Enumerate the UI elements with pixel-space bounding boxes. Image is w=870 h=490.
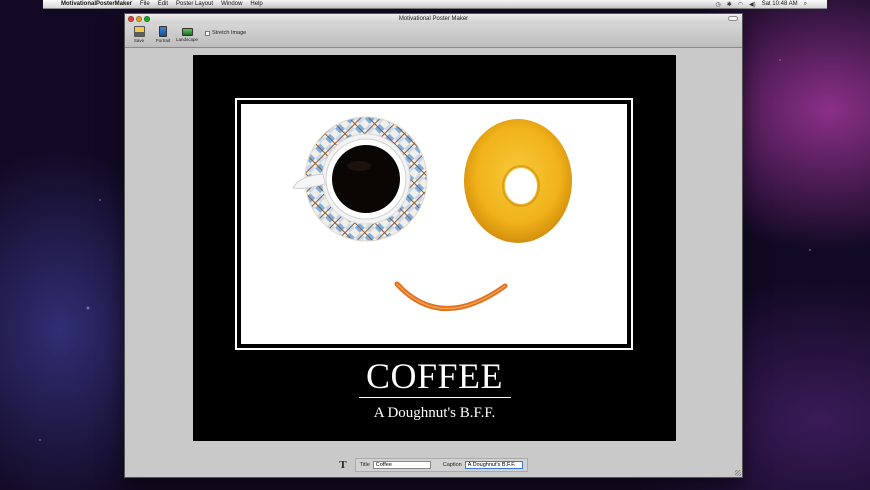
window-titlebar[interactable]: Motivational Poster Maker xyxy=(125,14,742,24)
title-field-label: Title xyxy=(359,461,370,468)
stretch-image-checkbox[interactable] xyxy=(205,30,210,36)
window-controls xyxy=(128,16,150,22)
volume-icon[interactable]: ◀) xyxy=(749,1,756,8)
menu-edit[interactable]: Edit xyxy=(158,1,168,7)
toolbar: Save Portrait Landscape Stretch Image xyxy=(125,24,742,48)
stretch-image-label[interactable]: Stretch Image xyxy=(212,30,246,36)
time-machine-icon[interactable]: ◷ xyxy=(715,1,720,8)
save-label: Save xyxy=(133,38,145,43)
landscape-label: Landscape xyxy=(175,37,199,42)
landscape-button[interactable]: Landscape xyxy=(176,26,198,42)
spotlight-icon[interactable]: ⌕ xyxy=(804,1,807,8)
close-button[interactable] xyxy=(128,16,134,22)
landscape-icon xyxy=(181,28,193,36)
menu-help[interactable]: Help xyxy=(250,1,262,7)
caption-input[interactable] xyxy=(464,460,523,469)
portrait-button[interactable]: Portrait xyxy=(152,26,174,43)
text-fields: Title Caption xyxy=(354,457,528,472)
window-title: Motivational Poster Maker xyxy=(398,16,469,22)
app-window: Motivational Poster Maker Save Portrait … xyxy=(124,13,743,478)
resize-handle[interactable] xyxy=(735,470,741,476)
title-input[interactable] xyxy=(372,460,431,469)
poster-canvas: COFFEE A Doughnut's B.F.F. xyxy=(193,55,676,441)
portrait-label: Portrait xyxy=(155,38,171,43)
menu-bar: MotivationalPosterMaker File Edit Poster… xyxy=(43,0,827,9)
wifi-icon[interactable]: ◠ xyxy=(738,1,743,8)
menu-poster-layout[interactable]: Poster Layout xyxy=(176,1,213,7)
save-button[interactable]: Save xyxy=(128,26,150,43)
portrait-icon xyxy=(159,26,167,37)
stretch-image-option: Stretch Image xyxy=(205,30,246,36)
text-format-icon[interactable]: T xyxy=(339,459,346,471)
bluetooth-icon[interactable]: ✱ xyxy=(727,1,732,8)
poster-title-text: COFFEE xyxy=(193,355,676,398)
poster-photo xyxy=(241,104,627,344)
poster-image-frame[interactable] xyxy=(235,98,633,350)
menu-clock[interactable]: Sat 10:48 AM xyxy=(762,1,798,7)
menu-app-name[interactable]: MotivationalPosterMaker xyxy=(61,1,132,7)
poster-caption-text: A Doughnut's B.F.F. xyxy=(373,405,496,421)
menu-window[interactable]: Window xyxy=(221,1,242,7)
zoom-button[interactable] xyxy=(144,16,150,22)
toolbar-toggle-button[interactable] xyxy=(728,16,738,21)
bottom-bar: T Title Caption xyxy=(125,452,742,477)
menu-file[interactable]: File xyxy=(140,1,150,7)
minimize-button[interactable] xyxy=(136,16,142,22)
status-tray: ◷ ✱ ◠ ◀) Sat 10:48 AM ⌕ xyxy=(715,1,827,8)
coffee-donut-image xyxy=(292,116,572,311)
caption-field-label: Caption xyxy=(442,461,462,468)
save-icon xyxy=(133,26,145,37)
